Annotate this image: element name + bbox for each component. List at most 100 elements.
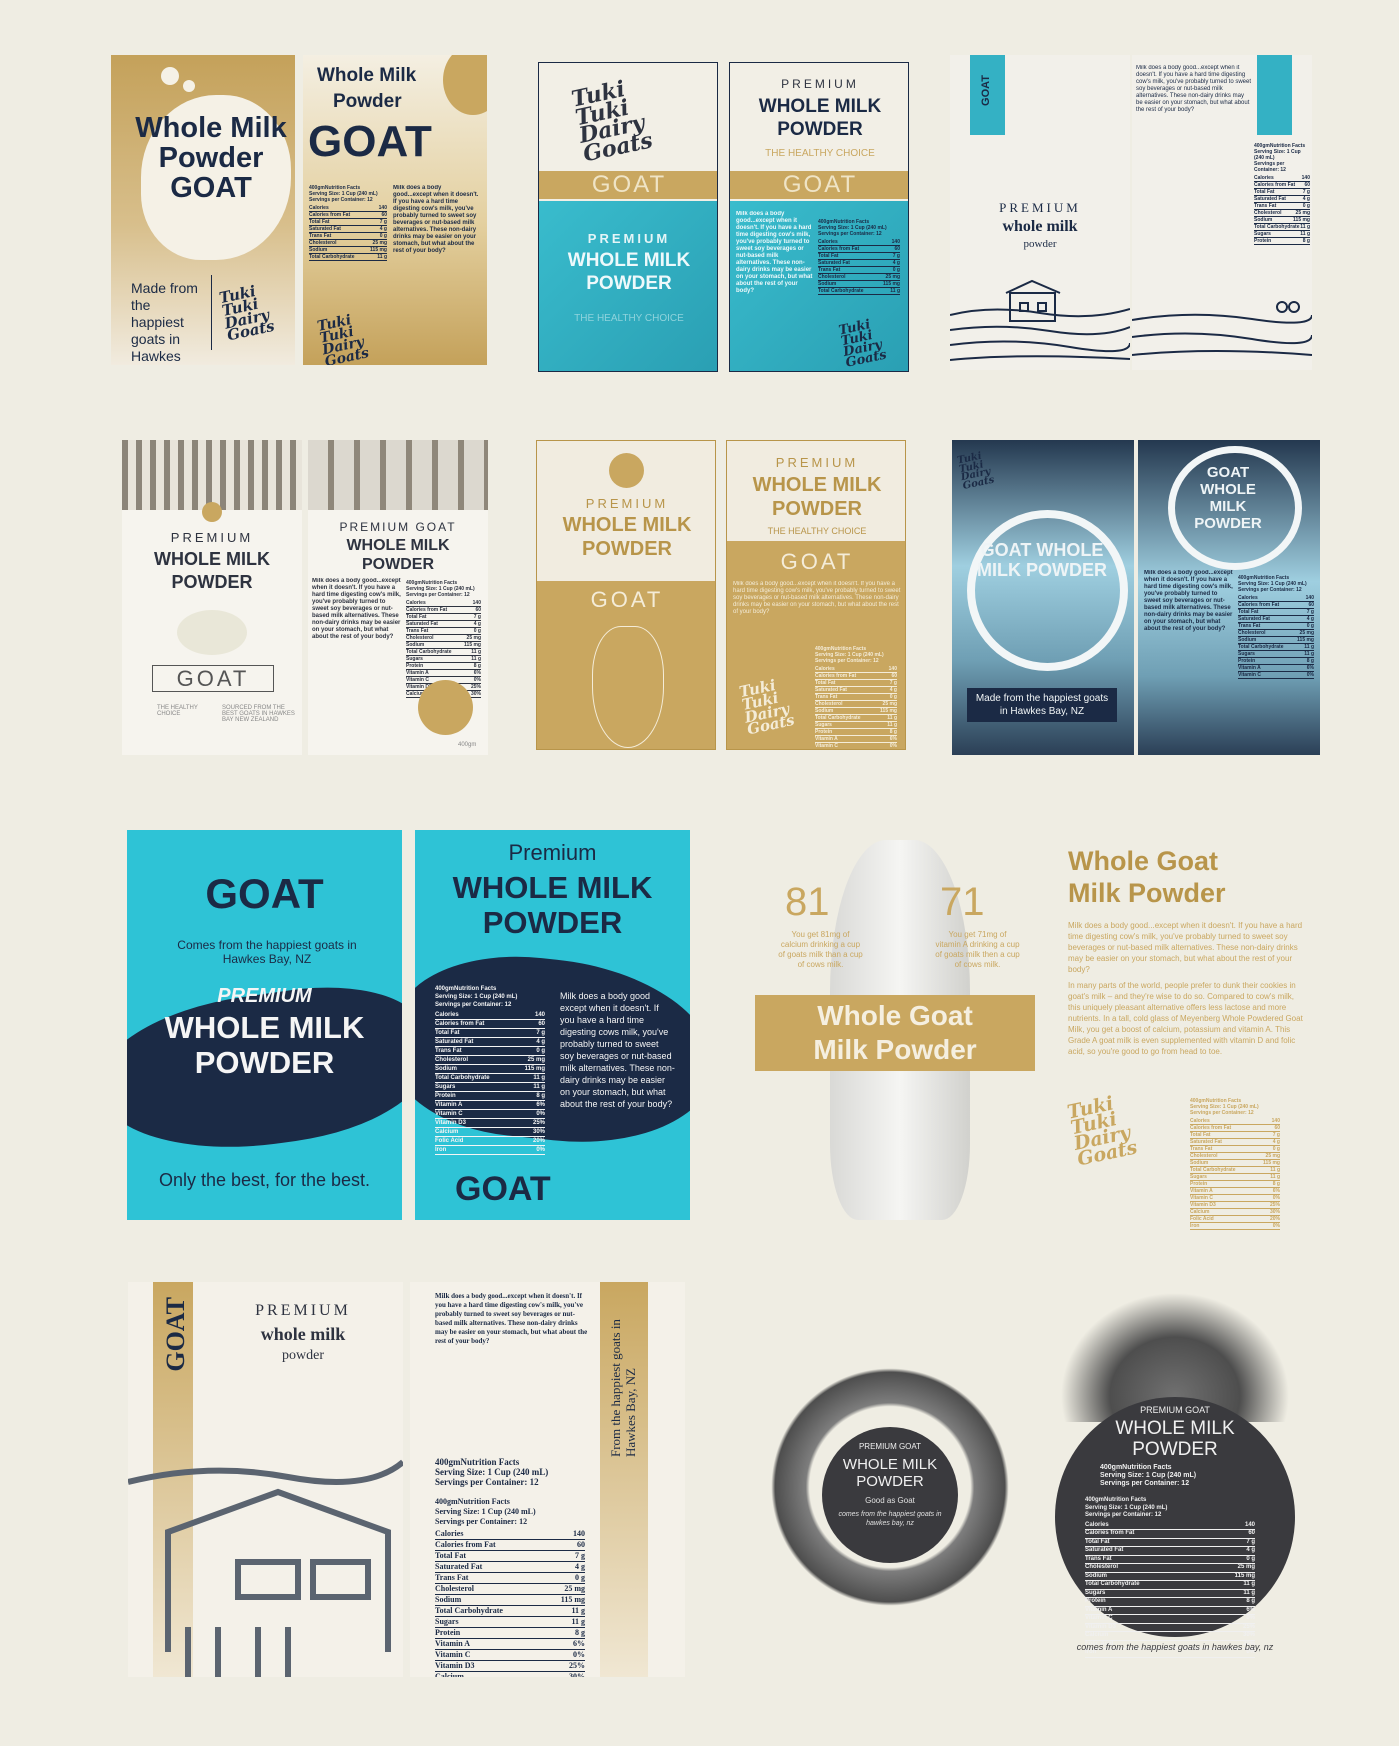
nutrition-row: Vitamin A 6%: [1238, 665, 1314, 672]
nutrition-key: Protein: [1238, 658, 1256, 664]
nutrition-key: Sodium: [1254, 217, 1273, 223]
nutrition-key: Total Carbohydrate: [1254, 224, 1300, 230]
nutrition-value: 11 g: [1270, 1167, 1280, 1173]
nutrition-key: Calories: [1190, 1118, 1210, 1124]
nutrition-key: Sodium: [818, 281, 837, 287]
nutrition-value: 140: [534, 1012, 545, 1018]
nutrition-row: Sodium 115 mg: [1190, 1160, 1280, 1167]
nutrition-row: Vitamin D3 25%: [435, 1119, 545, 1128]
nutrition-value: 4 g: [889, 687, 897, 693]
nutrition-key: Vitamin C: [815, 743, 838, 749]
nutrition-table: 400gmNutrition Facts Serving Size: 1 Cup …: [815, 646, 897, 749]
wmp-title: WHOLE MILK POWDER: [164, 1010, 365, 1080]
nutrition-value: 6%: [573, 1639, 585, 1648]
nutrition-value: 25 mg: [1295, 210, 1310, 216]
nutrition-key: Calories: [815, 666, 835, 672]
nutrition-row: Trans Fat 0 g: [309, 233, 387, 240]
nutrition-row: Vitamin C 0%: [435, 1650, 585, 1661]
nutrition-key: Trans Fat: [309, 233, 332, 239]
nutrition-key: Cholesterol: [1254, 210, 1282, 216]
nutrition-value: 11 g: [1304, 644, 1314, 650]
wmp-title: WHOLE MILK POWDER: [346, 537, 450, 573]
nutrition-row: Saturated Fat 4 g: [1238, 616, 1314, 623]
poster-title: Whole Goat Milk Powder: [1068, 846, 1226, 908]
nutrition-key: Total Carbohydrate: [1085, 1581, 1140, 1587]
nutrition-value: 4 g: [892, 260, 900, 266]
nutrition-key: Sodium: [1085, 1572, 1107, 1579]
goat-band: GOAT: [730, 171, 908, 199]
nutrition-head-line: Servings per Container: 12: [818, 231, 882, 237]
nutrition-value: 140: [1305, 595, 1314, 601]
nutrition-value: 8 g: [1306, 658, 1314, 664]
goat-title: GOAT: [205, 870, 324, 917]
wmp-title: WHOLE MILK POWDER: [562, 514, 692, 560]
design9-back: From the happiest goats in Hawkes Bay, N…: [410, 1282, 685, 1677]
nutrition-value: 11 g: [890, 288, 900, 294]
body-copy: Milk does a body good...except when it d…: [435, 1292, 588, 1345]
nutrition-value: 115 mg: [1293, 217, 1310, 223]
nutrition-row: Iron 0%: [1190, 1223, 1280, 1230]
nutrition-value: 6%: [1272, 1188, 1280, 1194]
nutrition-row: Sugars 11 g: [435, 1083, 545, 1092]
nutrition-value: 7 g: [1246, 1538, 1255, 1545]
nutrition-row: Cholesterol 25 mg: [406, 635, 481, 642]
nutrition-row: Protein 8 g: [435, 1628, 585, 1639]
nutrition-value: 11 g: [533, 1084, 545, 1090]
nutrition-value: 60: [577, 1540, 585, 1549]
nutrition-key: Sodium: [1238, 637, 1257, 643]
premium-label: PREMIUM: [585, 496, 669, 511]
nutrition-value: 115 mg: [464, 642, 481, 648]
nutrition-value: 8 g: [1246, 1598, 1255, 1604]
design8-poster: 81 You get 81mg of calcium drinking a cu…: [750, 830, 1310, 1230]
stat-81: 81: [785, 880, 830, 924]
nutrition-key: Protein: [435, 1628, 461, 1637]
nutrition-row: Saturated Fat 4 g: [309, 226, 387, 233]
nutrition-key: Cholesterol: [435, 1584, 474, 1593]
nutrition-row: Calcium 30%: [435, 1128, 545, 1137]
nutrition-row: Calories from Fat 60: [309, 212, 387, 219]
nutrition-row: Total Carbohydrate 11 g: [815, 715, 897, 722]
nutrition-row: Cholesterol 25 mg: [818, 274, 900, 281]
powder-subtitle: powder: [1023, 238, 1057, 250]
nutrition-header: 400gmNutrition Facts Serving Size: 1 Cup …: [435, 1457, 549, 1487]
nutrition-value: 8 g: [1302, 238, 1310, 244]
nutrition-value: 4 g: [1306, 616, 1314, 622]
nutrition-row: Saturated Fat 4 g: [815, 687, 897, 694]
house-illustration: [128, 1459, 403, 1677]
weight-label: 400gm: [458, 742, 477, 748]
design2-back: PREMIUM WHOLE MILK POWDER THE HEALTHY CHO…: [729, 62, 909, 372]
nutrition-table: 400gmNutrition Facts Serving Size: 1 Cup …: [309, 185, 387, 261]
nutrition-key: Vitamin A: [435, 1639, 471, 1648]
back-title: GOAT WHOLE MILK POWDER: [1194, 464, 1262, 532]
nutrition-head: 400gmNutrition Facts Serving Size: 1 Cup …: [435, 1497, 585, 1527]
back-title-goat: GOAT: [308, 117, 432, 166]
wmp-title: WHOLE MILK POWDER: [758, 96, 882, 140]
design7-back: Premium WHOLE MILK POWDER 400gmNutrition …: [415, 830, 690, 1220]
nutrition-key: Calories from Fat: [1254, 182, 1296, 188]
nutrition-value: 60: [475, 607, 481, 613]
nutrition-value: 0 g: [575, 1573, 585, 1582]
premium-arc-label: PREMIUM: [999, 200, 1081, 215]
nutrition-row: Total Fat 7 g: [818, 253, 900, 260]
gold-area: GOAT Milk does a body good...except when…: [727, 541, 905, 749]
nutrition-value: 4 g: [536, 1039, 545, 1045]
nutrition-value: 60: [381, 212, 387, 218]
nutrition-value: 11 g: [571, 1617, 585, 1626]
nutrition-row: Cholesterol 25 mg: [1085, 1564, 1255, 1573]
nutrition-key: Calories from Fat: [435, 1540, 496, 1549]
nutrition-key: Sugars: [1238, 651, 1255, 657]
nutrition-value: 140: [888, 666, 897, 672]
nutrition-row: Saturated Fat 4 g: [406, 621, 481, 628]
nutrition-key: Protein: [815, 729, 833, 735]
nutrition-key: Total Carbohydrate: [406, 649, 452, 655]
goat-face-circle: [418, 680, 473, 735]
design5-front: PREMIUM WHOLE MILK POWDER GOAT: [536, 440, 716, 750]
side-text: From the happiest goats in Hawkes Bay, N…: [608, 1319, 638, 1457]
nutrition-key: Cholesterol: [1085, 1564, 1119, 1570]
nutrition-value: 0%: [536, 1147, 545, 1153]
nutrition-head-line: Servings per Container: 12: [435, 1517, 528, 1526]
nutrition-key: Calories from Fat: [818, 246, 860, 252]
nutrition-value: 11 g: [571, 1606, 585, 1615]
nutrition-row: Sugars 11 g: [1085, 1590, 1255, 1598]
nutrition-row: Sugars 11 g: [1238, 651, 1314, 658]
